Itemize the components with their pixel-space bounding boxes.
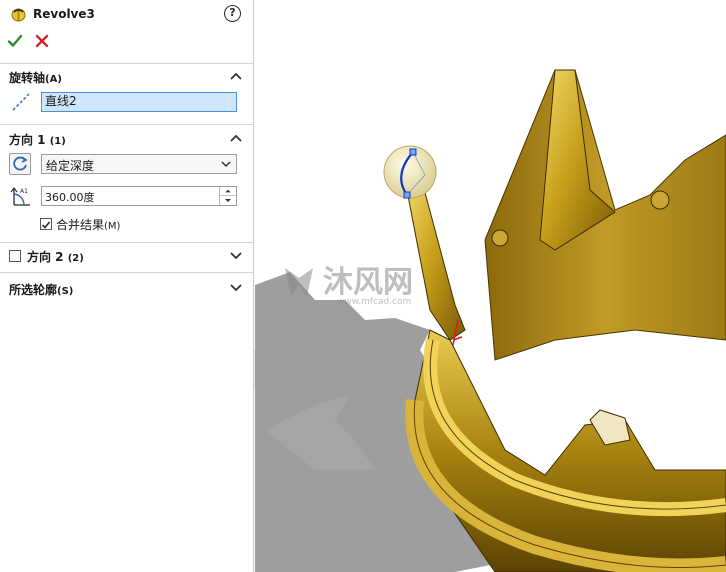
ok-checkmark-icon[interactable] [7,33,23,49]
direction2-checkbox[interactable] [9,250,21,262]
chevron-down-icon[interactable] [230,252,242,260]
chevron-down-icon[interactable] [230,284,242,292]
divider [0,242,254,243]
crown-front-spike [404,179,466,341]
checkmark-icon [41,221,51,229]
crown-jewel [650,190,670,210]
crown-jewel [491,229,509,247]
section-direction2-title: 方向 2 [27,250,64,264]
property-manager: Revolve3 ? 旋转轴(A) 直线2 方向 1 (1) 给定深度 A1 3… [0,0,254,572]
angle-value: 360.00度 [45,191,95,204]
watermark-url: www.mfcad.com [337,297,411,307]
chevron-up-icon[interactable] [230,134,242,142]
chevron-down-icon [221,161,231,168]
section-contours-header[interactable]: 所选轮廓(S) [9,281,73,298]
svg-text:A1: A1 [20,188,28,195]
section-axis-title: 旋转轴 [9,71,46,85]
merge-result-label: 合并结果(M) [56,216,120,233]
crown-model-view[interactable]: 沐风网 www.mfcad.com [255,0,726,572]
cancel-x-icon[interactable] [34,33,50,49]
section-direction2-header[interactable]: 方向 2 (2) [27,248,84,265]
section-direction2-key: (2) [67,253,84,264]
watermark-brand: 沐风网 [323,265,413,300]
axis-line-icon [12,93,30,111]
section-axis-header[interactable]: 旋转轴(A) [9,69,62,86]
divider [0,272,254,273]
chevron-up-icon[interactable] [230,72,242,80]
section-contours-title: 所选轮廓 [9,283,58,297]
angle-spinbox[interactable]: 360.00度 [41,186,237,206]
sketch-point-handle[interactable] [409,148,417,156]
end-condition-value: 给定深度 [46,159,95,173]
section-direction1-key: (1) [49,136,66,147]
axis-selection-field[interactable]: 直线2 [41,92,237,112]
section-axis-key: (A) [45,74,62,85]
spin-buttons [219,187,236,205]
reverse-direction-icon [13,156,28,171]
feature-header: Revolve3 ? [0,0,254,28]
help-icon[interactable]: ? [224,5,241,22]
merge-result-checkbox[interactable] [40,218,52,230]
section-direction1-header[interactable]: 方向 1 (1) [9,131,66,148]
spin-down-icon[interactable] [220,196,236,205]
divider [0,124,254,125]
sketch-point-handle[interactable] [403,191,411,199]
merge-result-key: (M) [104,221,121,232]
graphics-viewport[interactable]: 沐风网 www.mfcad.com [255,0,726,572]
feature-title: Revolve3 [33,7,95,21]
section-direction1-title: 方向 1 [9,133,46,147]
revolve-feature-icon [11,8,26,22]
angle-icon: A1 [10,187,30,206]
spin-up-icon[interactable] [220,187,236,196]
end-condition-select[interactable]: 给定深度 [41,154,237,174]
section-contours-key: (S) [57,286,74,297]
divider [0,63,254,64]
reverse-direction-button[interactable] [9,153,31,175]
merge-result-text: 合并结果 [56,218,105,232]
